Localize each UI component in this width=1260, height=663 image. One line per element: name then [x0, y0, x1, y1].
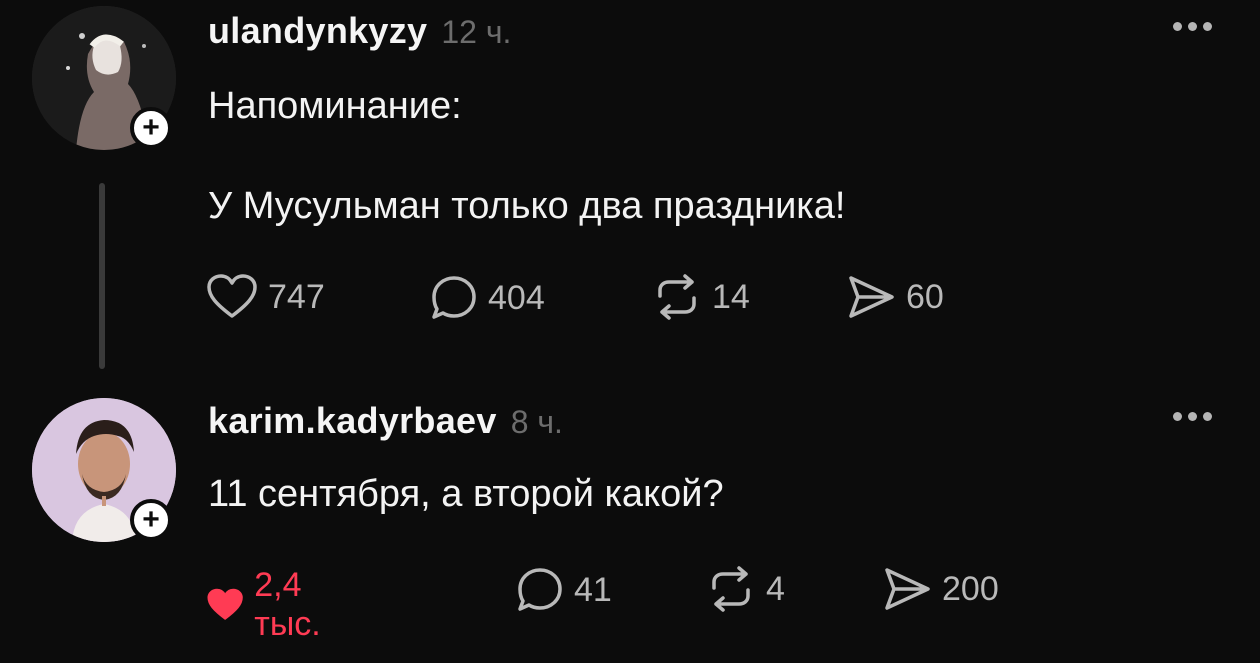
comment-count: 404: [488, 278, 545, 317]
like-count: 2,4 тыс.: [254, 566, 321, 643]
comment-count: 41: [574, 570, 612, 609]
comment-button[interactable]: 404: [430, 274, 545, 322]
heart-icon: [207, 274, 257, 318]
share-button[interactable]: 200: [882, 566, 999, 612]
comment-button[interactable]: 41: [516, 566, 612, 614]
username[interactable]: ulandynkyzy: [208, 10, 427, 52]
repost-icon: [658, 274, 696, 320]
post-header: ulandynkyzy 12 ч.: [208, 10, 511, 52]
repost-count: 4: [766, 569, 785, 608]
share-count: 60: [906, 277, 944, 316]
repost-button[interactable]: 14: [652, 274, 750, 320]
share-button[interactable]: 60: [846, 274, 944, 320]
more-options-icon[interactable]: [1173, 412, 1212, 421]
repost-icon: [712, 566, 750, 612]
share-count: 200: [942, 569, 999, 608]
like-count: 747: [268, 277, 325, 316]
comment-bubble-icon: [432, 276, 476, 319]
share-icon: [885, 568, 930, 610]
thread-connector-line: [99, 183, 105, 369]
comment-bubble-icon: [518, 568, 562, 611]
post-text-line: У Мусульман только два праздника!: [208, 185, 846, 227]
username[interactable]: karim.kadyrbaev: [208, 400, 497, 442]
post-header: karim.kadyrbaev 8 ч.: [208, 400, 563, 442]
thread-post: + karim.kadyrbaev 8 ч. 11 сентября, а вт…: [0, 390, 1260, 663]
post-text-line: 11 сентября, а второй какой?: [208, 473, 724, 515]
like-button[interactable]: 2,4 тыс.: [206, 566, 338, 644]
thread-post: + ulandynkyzy 12 ч. Напоминание: У Мусул…: [0, 0, 1260, 390]
repost-button[interactable]: 4: [706, 566, 785, 612]
follow-plus-icon[interactable]: +: [130, 499, 172, 541]
follow-plus-icon[interactable]: +: [130, 107, 172, 149]
share-icon: [849, 276, 894, 318]
heart-icon: [207, 588, 243, 620]
post-text-line: Напоминание:: [208, 85, 462, 127]
timestamp: 8 ч.: [510, 404, 563, 440]
repost-count: 14: [712, 277, 750, 316]
more-options-icon[interactable]: [1173, 22, 1212, 31]
like-button[interactable]: 747: [206, 274, 325, 320]
timestamp: 12 ч.: [441, 14, 512, 50]
